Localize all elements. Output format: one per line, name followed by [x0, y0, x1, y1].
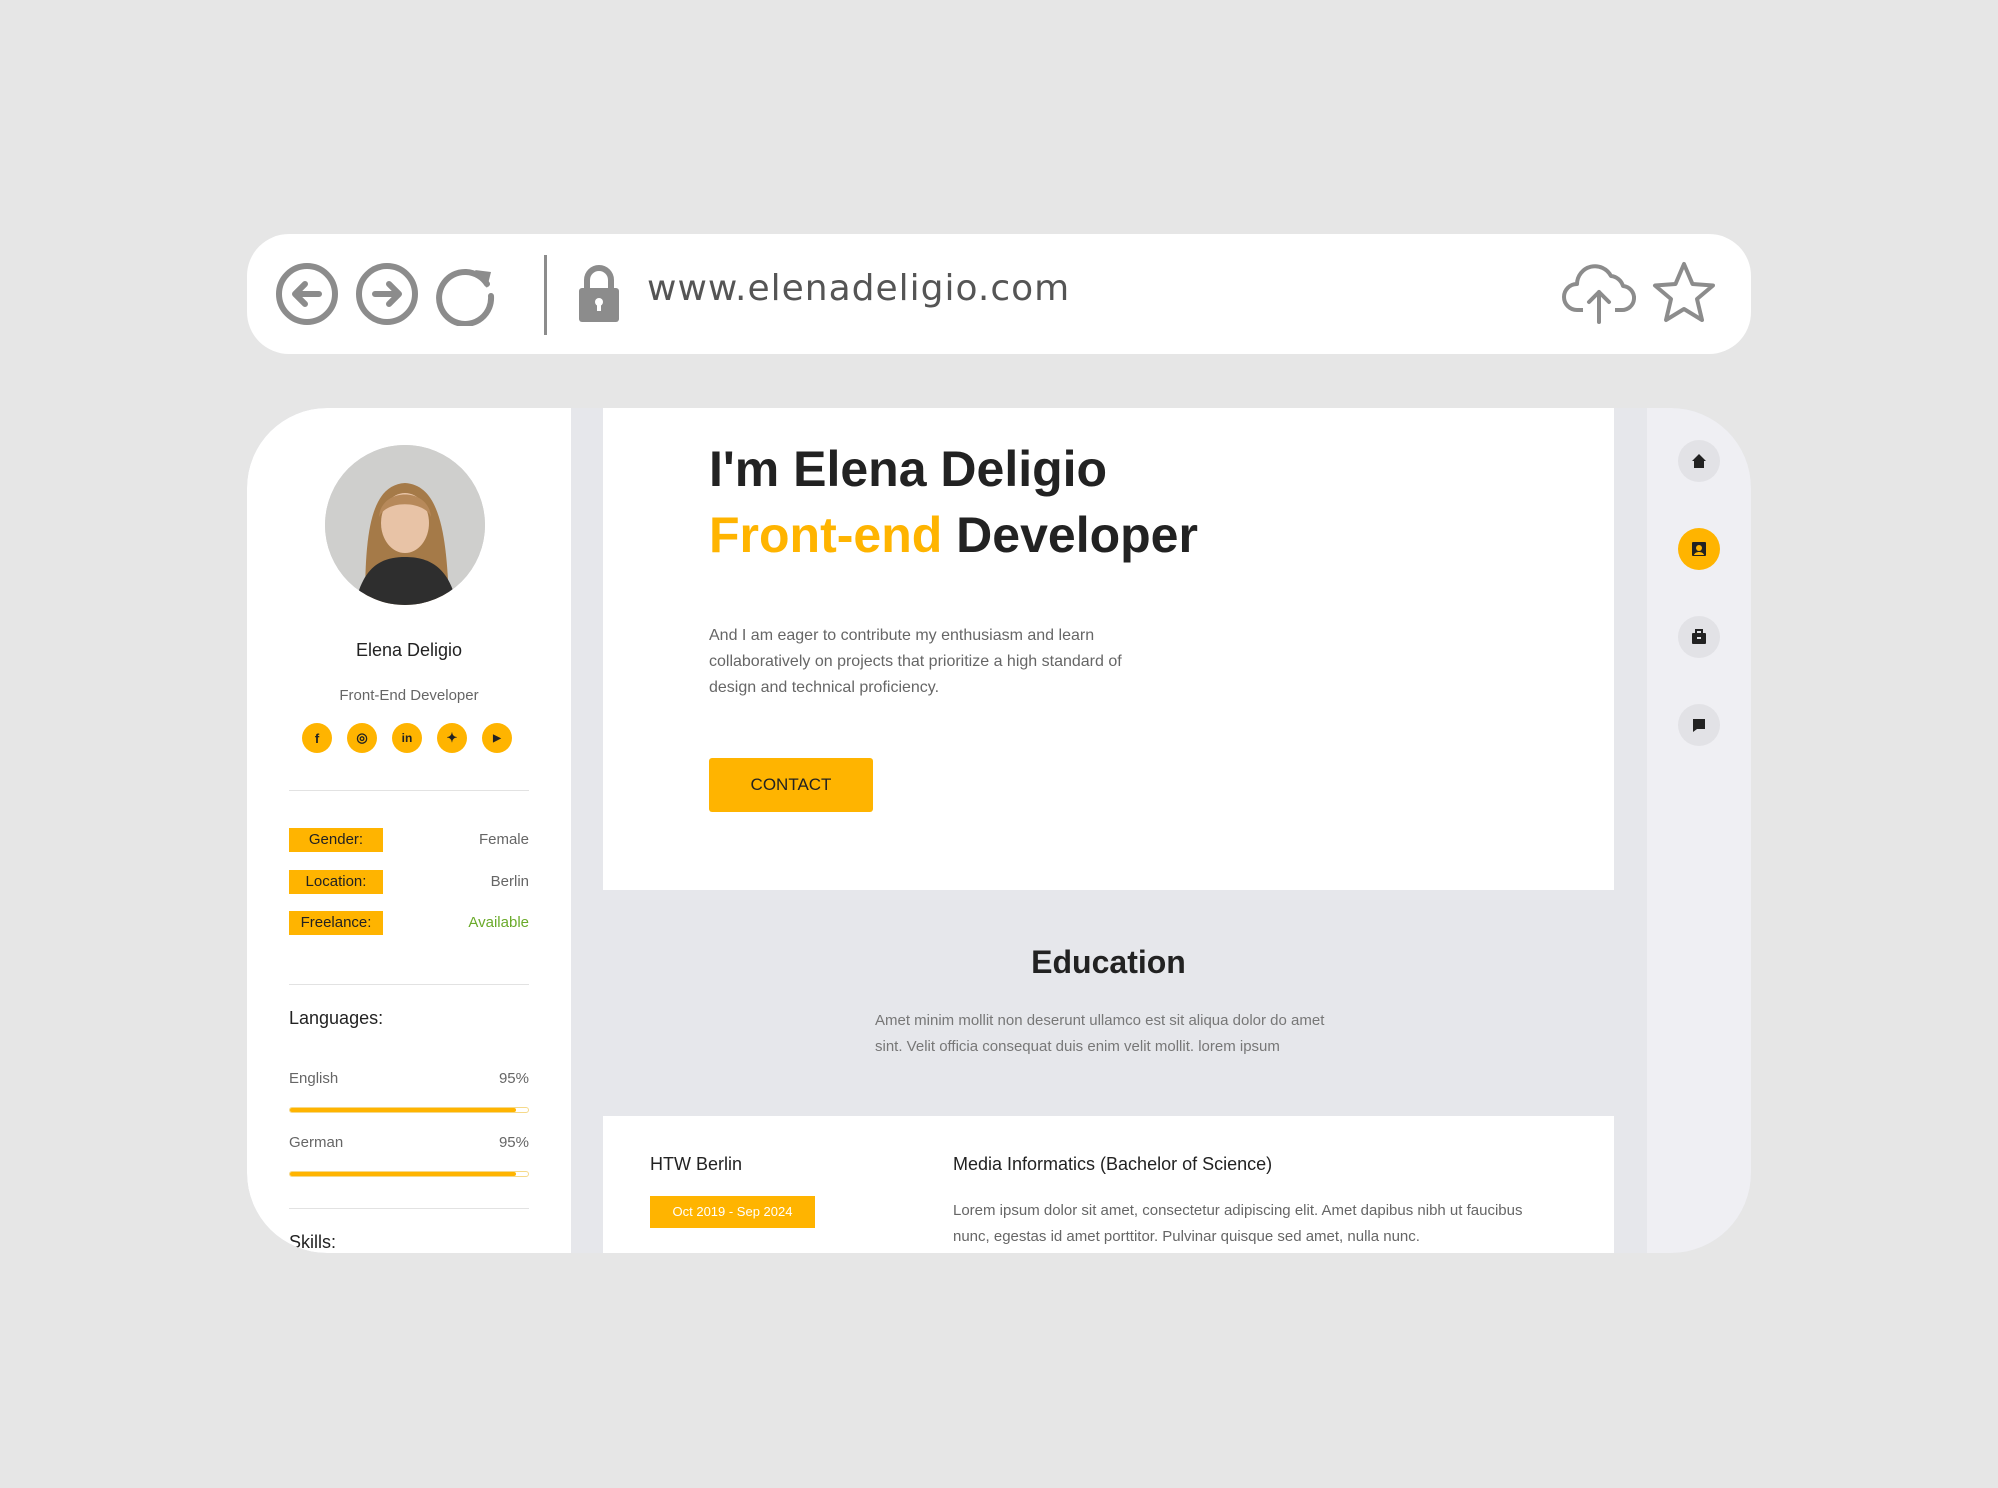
hero-subtitle: Front-end Developer [709, 506, 1198, 564]
star-icon[interactable] [1651, 260, 1717, 326]
briefcase-icon [1692, 629, 1706, 644]
education-degree: Media Informatics (Bachelor of Science) [953, 1154, 1273, 1174]
right-nav [1647, 408, 1751, 1253]
hero-subtitle-rest: Developer [942, 507, 1198, 563]
education-title: Education [1031, 944, 1186, 980]
language-progress-german [289, 1171, 529, 1177]
refresh-icon [436, 268, 495, 326]
hero-section: I'm Elena Deligio Front-end Developer An… [603, 408, 1614, 890]
profile-role: Front-End Developer [339, 687, 479, 704]
back-button[interactable] [275, 262, 339, 326]
divider [289, 790, 529, 791]
social-links: f ◎ in ✦ ▶ [302, 723, 512, 753]
contact-button[interactable]: CONTACT [709, 758, 873, 812]
language-name: German [289, 1134, 344, 1151]
browser-bar: www.elenadeligio.com [247, 234, 1751, 354]
profile-sidebar: Elena Deligio Front-End Developer f ◎ in… [247, 408, 571, 1253]
hero-title: I'm Elena Deligio [709, 441, 1108, 497]
language-progress-english [289, 1107, 529, 1113]
hero-accent-text: Front-end [709, 507, 943, 563]
nav-home-button[interactable] [1678, 440, 1720, 482]
info-value-available: Available [468, 914, 529, 931]
divider [289, 984, 529, 985]
skills-title: Skills: [289, 1232, 337, 1252]
page-window: Elena Deligio Front-End Developer f ◎ in… [247, 408, 1751, 1253]
lock-icon [579, 265, 619, 322]
twitter-icon[interactable]: ✦ [437, 723, 467, 753]
forward-arrow-icon [356, 263, 418, 325]
info-row-gender: Gender: Female [289, 828, 529, 852]
info-row-location: Location: Berlin [289, 870, 529, 894]
info-value: Female [478, 831, 529, 848]
profile-name: Elena Deligio [355, 640, 463, 660]
linkedin-icon[interactable]: in [392, 723, 422, 753]
info-row-freelance: Freelance: Available [289, 911, 529, 935]
nav-contact-button[interactable] [1678, 704, 1720, 746]
language-progress-fill [290, 1172, 517, 1176]
chat-icon [1693, 719, 1705, 732]
info-label: Freelance: [289, 911, 383, 935]
youtube-icon[interactable]: ▶ [482, 723, 512, 753]
languages-title: Languages: [289, 1008, 384, 1028]
education-description: Amet minim mollit non deserunt ullamco e… [875, 1012, 1325, 1055]
back-arrow-icon [276, 263, 338, 325]
info-value: Berlin [490, 873, 529, 890]
nav-education-button[interactable] [1678, 528, 1720, 570]
language-percent: 95% [498, 1070, 529, 1087]
instagram-icon[interactable]: ◎ [347, 723, 377, 753]
avatar [325, 445, 485, 605]
education-dates-badge: Oct 2019 - Sep 2024 [650, 1196, 815, 1228]
divider [289, 1208, 529, 1209]
facebook-icon[interactable]: f [302, 723, 332, 753]
home-icon [1692, 454, 1706, 468]
language-progress-fill [290, 1108, 517, 1112]
info-label: Location: [289, 870, 383, 894]
education-item: HTW Berlin Oct 2019 - Sep 2024 Media Inf… [603, 1116, 1614, 1253]
education-school: HTW Berlin [650, 1154, 743, 1174]
url-field[interactable]: www.elenadeligio.com [647, 268, 1070, 309]
language-percent: 95% [498, 1134, 529, 1151]
education-icon [1692, 542, 1706, 556]
language-name: English [289, 1070, 339, 1087]
forward-button[interactable] [355, 262, 419, 326]
hero-description: And I am eager to contribute my enthusia… [709, 627, 1122, 696]
education-text: Lorem ipsum dolor sit amet, consectetur … [953, 1202, 1523, 1245]
cloud-upload-icon[interactable] [1561, 260, 1637, 326]
bar-divider [544, 255, 547, 335]
nav-work-button[interactable] [1678, 616, 1720, 658]
refresh-button[interactable] [435, 262, 499, 326]
info-label: Gender: [289, 828, 383, 852]
